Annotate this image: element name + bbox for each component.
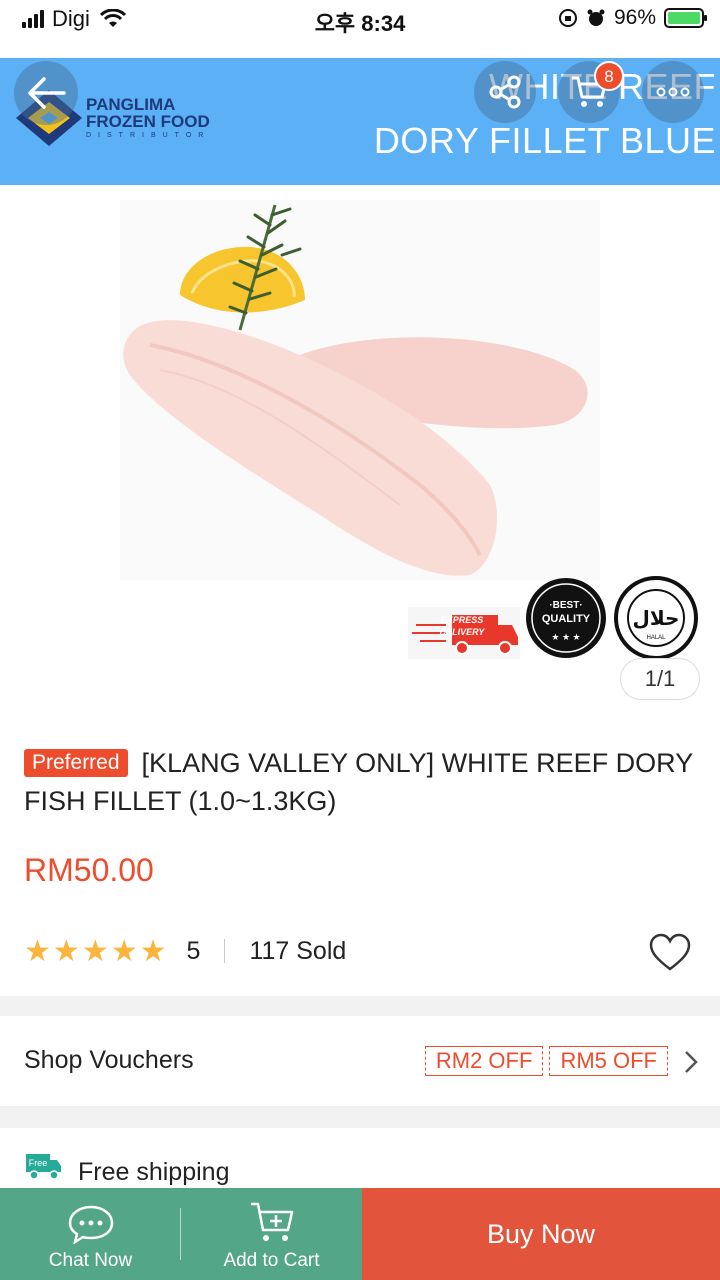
battery-icon: [664, 8, 707, 28]
section-divider: [0, 1106, 720, 1128]
arrow-left-icon: [28, 77, 66, 109]
chat-icon: [68, 1205, 113, 1244]
best-quality-badge: ·BEST· QUALITY ★ ★ ★: [526, 578, 606, 658]
star-icon: ★: [139, 934, 167, 968]
add-to-cart-button[interactable]: Add to Cart: [181, 1188, 362, 1280]
back-button[interactable]: [14, 61, 78, 125]
cart-button[interactable]: 8: [558, 61, 624, 123]
product-title-block: Preferred [KLANG VALLEY ONLY] WHITE REEF …: [24, 744, 704, 820]
star-icon: ★: [52, 934, 80, 968]
share-button[interactable]: [474, 61, 536, 123]
svg-text:EXPRESS: EXPRESS: [441, 615, 484, 625]
shop-vouchers-row[interactable]: Shop Vouchers RM2 OFF RM5 OFF: [0, 1016, 720, 1106]
svg-text:·BEST·: ·BEST·: [549, 600, 582, 611]
brand-subtitle: DISTRIBUTOR: [86, 132, 211, 139]
rating-value[interactable]: 5: [187, 937, 201, 966]
more-icon: [656, 87, 690, 97]
voucher-tag[interactable]: RM2 OFF: [424, 1046, 544, 1076]
brand-line-2: FROZEN FOOD: [86, 112, 210, 131]
product-price: RM50.00: [24, 852, 154, 888]
svg-text:DELIVERY: DELIVERY: [440, 627, 486, 637]
star-icon: ★: [81, 934, 109, 968]
battery-percent: 96%: [613, 6, 656, 29]
share-icon: [489, 75, 521, 109]
brand-name: PANGLIMA FROZEN FOOD: [86, 96, 210, 130]
express-delivery-badge: EXPRESS DELIVERY: [408, 607, 520, 659]
buy-now-button[interactable]: Buy Now: [362, 1188, 720, 1280]
cart-count-badge: 8: [594, 61, 624, 91]
rating-row: ★ ★ ★ ★ ★ 5 117 Sold: [24, 930, 696, 972]
chevron-right-icon: [685, 1051, 698, 1073]
shop-banner: PANGLIMA FROZEN FOOD DISTRIBUTOR WHITE R…: [0, 58, 720, 185]
svg-text:★ ★ ★: ★ ★ ★: [551, 632, 580, 642]
bottom-left-actions: Chat Now Add to Cart: [0, 1188, 362, 1280]
shop-vouchers-label: Shop Vouchers: [24, 1046, 194, 1074]
rating-stars: ★ ★ ★ ★ ★: [24, 934, 167, 969]
svg-text:QUALITY: QUALITY: [542, 613, 591, 625]
bottom-action-bar: Chat Now Add to Cart Buy Now: [0, 1188, 720, 1280]
status-icons: 96%: [558, 6, 707, 30]
alarm-icon: [587, 9, 605, 26]
chat-now-button[interactable]: Chat Now: [0, 1188, 181, 1280]
orientation-lock-icon: [558, 9, 577, 27]
free-shipping-row[interactable]: Free Free shipping: [0, 1128, 720, 1190]
voucher-tags: RM2 OFF RM5 OFF: [424, 1046, 668, 1076]
chat-now-label: Chat Now: [48, 1250, 133, 1271]
more-options-button[interactable]: [642, 61, 704, 123]
add-to-cart-label: Add to Cart: [223, 1250, 320, 1271]
sold-count: 117 Sold: [249, 936, 347, 965]
heart-icon[interactable]: [648, 932, 692, 972]
product-image[interactable]: EXPRESS DELIVERY ·BEST· QUALITY ★ ★ ★ حل…: [0, 185, 720, 705]
svg-text:حلال: حلال: [633, 606, 680, 630]
preferred-badge: Preferred: [24, 749, 128, 777]
free-shipping-truck-icon: Free: [26, 1154, 61, 1180]
status-bar: Digi 오후 8:34 96%: [0, 0, 720, 40]
add-to-cart-icon: [250, 1202, 293, 1241]
voucher-tag[interactable]: RM5 OFF: [549, 1046, 668, 1076]
svg-text:HALAL: HALAL: [646, 635, 666, 641]
section-divider: [0, 996, 720, 1016]
free-shipping-label: Free shipping: [78, 1158, 230, 1186]
fish-fillet-image: EXPRESS DELIVERY ·BEST· QUALITY ★ ★ ★ حل…: [120, 200, 698, 660]
halal-badge: حلال HALAL: [614, 576, 698, 660]
divider: [180, 1208, 181, 1260]
image-counter: 1/1: [620, 658, 700, 700]
svg-text:Free: Free: [29, 1158, 48, 1168]
star-icon: ★: [24, 934, 51, 968]
star-icon: ★: [110, 934, 138, 968]
brand-line-1: PANGLIMA: [86, 95, 176, 114]
divider: [224, 939, 226, 963]
